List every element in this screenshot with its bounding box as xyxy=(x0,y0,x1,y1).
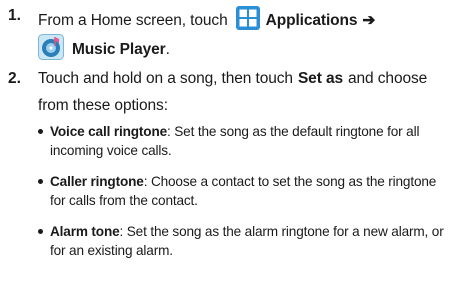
option-label: Alarm tone xyxy=(50,224,120,239)
step-2-text-a: Touch and hold on a song, then touch xyxy=(38,70,293,87)
option-text: Voice call ringtone: Set the song as the… xyxy=(50,122,470,160)
option-desc: : Choose a contact to set the song as th… xyxy=(143,174,437,189)
step-number: 1. xyxy=(8,7,21,24)
option-desc-cont: incoming voice calls. xyxy=(50,143,172,158)
option-desc: : Set the song as the alarm ringtone for… xyxy=(119,224,444,239)
step-2-text-c: from these options: xyxy=(38,97,168,114)
step-1-line-1: From a Home screen, touch Applications ➔ xyxy=(38,6,375,36)
music-player-label: Music Player xyxy=(72,41,166,58)
step-2-text-b: and choose xyxy=(348,70,428,87)
bullet xyxy=(38,179,43,184)
music-player-icon xyxy=(38,34,64,66)
applications-label: Applications xyxy=(265,12,358,29)
option-text: Caller ringtone: Choose a contact to set… xyxy=(50,172,470,210)
option-desc: : Set the song as the default ringtone f… xyxy=(167,124,420,139)
period: . xyxy=(165,41,170,58)
apps-grid-icon xyxy=(235,6,260,36)
step-2-line-1: Touch and hold on a song, then touch Set… xyxy=(38,69,427,89)
step-1-text: From a Home screen, touch xyxy=(38,12,228,29)
option-desc-cont: for calls from the contact. xyxy=(50,193,198,208)
step-1-line-2: Music Player. xyxy=(38,34,170,66)
arrow-glyph: ➔ xyxy=(362,12,376,29)
bullet xyxy=(38,129,43,134)
option-label: Voice call ringtone xyxy=(50,124,168,139)
option-desc-cont: for an existing alarm. xyxy=(50,243,173,258)
bullet xyxy=(38,229,43,234)
option-label: Caller ringtone xyxy=(50,174,144,189)
set-as-label: Set as xyxy=(297,70,344,87)
step-number: 2. xyxy=(8,70,21,87)
option-text: Alarm tone: Set the song as the alarm ri… xyxy=(50,222,470,260)
step-2-line-2: from these options: xyxy=(38,96,168,116)
